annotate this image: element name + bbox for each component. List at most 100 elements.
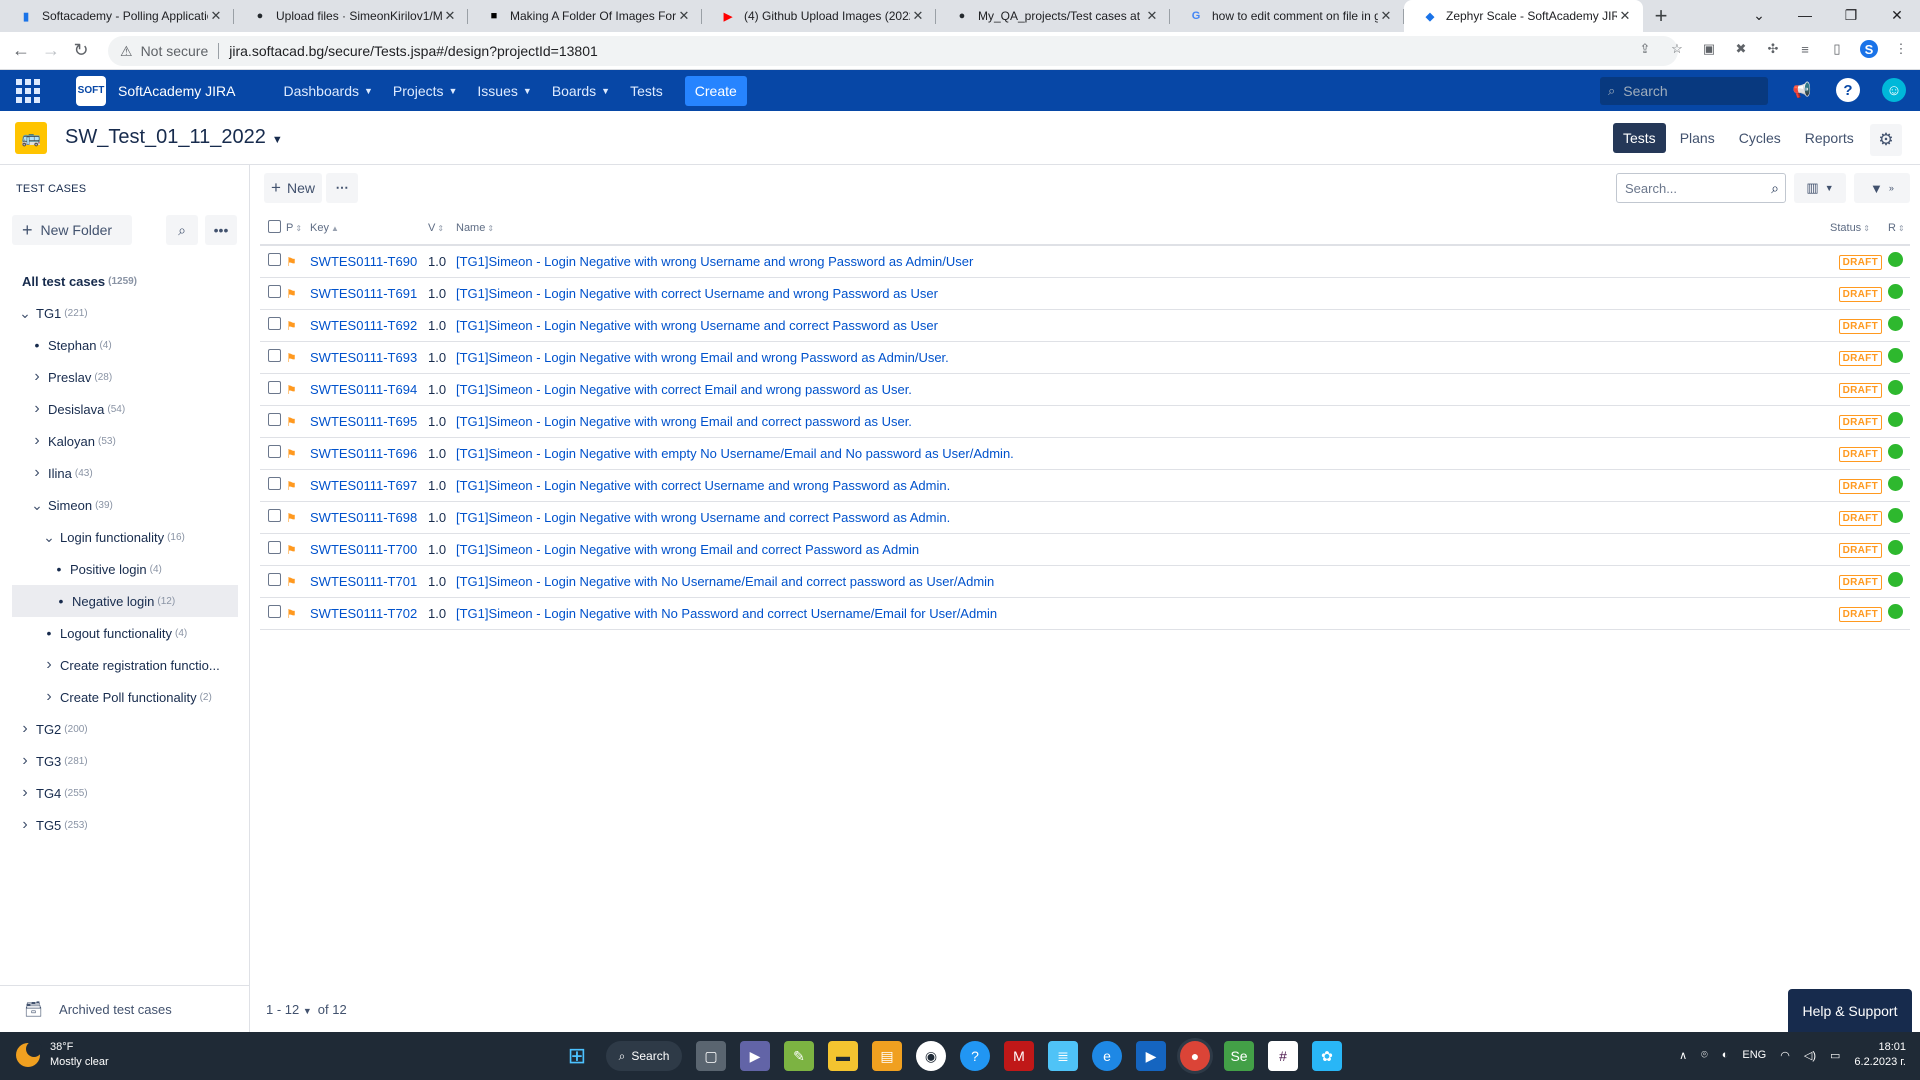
slack-icon[interactable]: #	[1268, 1041, 1298, 1071]
menu-dots-icon[interactable]: ⋮	[1892, 40, 1910, 58]
extension-icon[interactable]: ▣	[1700, 40, 1718, 58]
nav-tests[interactable]: Tests	[620, 83, 673, 99]
table-row[interactable]: ⚑ SWTES0111-T694 1.0 [TG1]Simeon - Login Ne…	[260, 373, 1910, 406]
nav-issues[interactable]: Issues ▼	[467, 83, 541, 99]
test-name-link[interactable]: [TG1]Simeon - Login Negative with empty …	[456, 446, 1014, 461]
test-key-link[interactable]: SWTES0111-T700	[310, 542, 417, 557]
folder-tree-item[interactable]: • Logout functionality (4)	[0, 617, 250, 649]
test-key-link[interactable]: SWTES0111-T696	[310, 446, 417, 461]
folder-tree-item[interactable]: › Kaloyan (53)	[0, 425, 250, 457]
folder-more-button[interactable]: •••	[205, 215, 237, 245]
row-checkbox[interactable]	[268, 381, 281, 394]
language-indicator[interactable]: ENG	[1742, 1049, 1766, 1061]
table-row[interactable]: ⚑ SWTES0111-T700 1.0 [TG1]Simeon - Login Ne…	[260, 533, 1910, 566]
softacademy-logo[interactable]: SOFT	[76, 75, 106, 106]
page-range-select[interactable]: 1 - 12 ▼	[266, 1002, 312, 1017]
row-checkbox[interactable]	[268, 317, 281, 330]
test-name-link[interactable]: [TG1]Simeon - Login Negative with wrong …	[456, 414, 912, 429]
minimize-icon[interactable]: —	[1782, 0, 1828, 30]
chevron-right-icon[interactable]: ›	[18, 816, 32, 834]
gear-icon[interactable]: ⚙	[1870, 124, 1902, 156]
columns-button[interactable]: ▥ ▼	[1794, 173, 1846, 203]
tab-reports[interactable]: Reports	[1795, 123, 1864, 153]
close-tab-icon[interactable]: ✕	[1378, 8, 1394, 24]
table-row[interactable]: ⚑ SWTES0111-T695 1.0 [TG1]Simeon - Login Ne…	[260, 405, 1910, 438]
user-avatar[interactable]: ☺	[1882, 78, 1906, 102]
close-tab-icon[interactable]: ✕	[910, 8, 926, 24]
table-row[interactable]: ⚑ SWTES0111-T702 1.0 [TG1]Simeon - Login Ne…	[260, 597, 1910, 630]
reading-list-icon[interactable]: ≡	[1796, 40, 1814, 58]
browser-tab[interactable]: ● Upload files · SimeonKirilov1/My ✕	[234, 0, 468, 32]
folder-tree-item[interactable]: › TG5 (253)	[0, 809, 250, 841]
test-key-link[interactable]: SWTES0111-T695	[310, 414, 417, 429]
test-key-link[interactable]: SWTES0111-T697	[310, 478, 417, 493]
close-tab-icon[interactable]: ✕	[208, 8, 224, 24]
column-key[interactable]: Key ▲	[310, 211, 428, 246]
profile-avatar[interactable]: S	[1860, 40, 1878, 58]
share-icon[interactable]: ⇪	[1636, 40, 1654, 58]
folder-tree-item[interactable]: › Create Poll functionality (2)	[0, 681, 250, 713]
table-row[interactable]: ⚑ SWTES0111-T696 1.0 [TG1]Simeon - Login Ne…	[260, 437, 1910, 470]
test-key-link[interactable]: SWTES0111-T693	[310, 350, 417, 365]
close-tab-icon[interactable]: ✕	[1617, 8, 1633, 24]
chevron-right-icon[interactable]: ›	[18, 752, 32, 770]
network-app-icon[interactable]: ⌾	[1701, 1049, 1708, 1062]
nav-boards[interactable]: Boards ▼	[542, 83, 620, 99]
table-row[interactable]: ⚑ SWTES0111-T697 1.0 [TG1]Simeon - Login Ne…	[260, 469, 1910, 502]
test-key-link[interactable]: SWTES0111-T694	[310, 382, 417, 397]
table-row[interactable]: ⚑ SWTES0111-T691 1.0 [TG1]Simeon - Login Ne…	[260, 277, 1910, 310]
taskbar-search[interactable]: ⌕ Search	[606, 1041, 682, 1071]
row-checkbox[interactable]	[268, 445, 281, 458]
chevron-up-icon[interactable]: ∧	[1679, 1049, 1687, 1062]
row-checkbox[interactable]	[268, 285, 281, 298]
folder-tree-item[interactable]: ⌄ Login functionality (16)	[0, 521, 250, 553]
test-name-link[interactable]: [TG1]Simeon - Login Negative with No Pas…	[456, 606, 997, 621]
chevron-right-icon[interactable]: ›	[30, 368, 44, 386]
mcafee-icon[interactable]: M	[1004, 1041, 1034, 1071]
notepad-app-icon[interactable]: ✎	[784, 1041, 814, 1071]
nav-dashboards[interactable]: Dashboards ▼	[274, 83, 383, 99]
forward-icon[interactable]: →	[36, 40, 66, 61]
chevron-right-icon[interactable]: ›	[18, 784, 32, 802]
selenium-icon[interactable]: Se	[1224, 1041, 1254, 1071]
windows-start-icon[interactable]: ⊞	[562, 1041, 592, 1071]
chevron-down-icon[interactable]: ⌄	[30, 497, 44, 514]
nav-projects[interactable]: Projects ▼	[383, 83, 468, 99]
row-checkbox[interactable]	[268, 477, 281, 490]
battery-icon[interactable]: ▭	[1830, 1049, 1840, 1062]
folder-tree-item[interactable]: › Desislava (54)	[0, 393, 250, 425]
browser-tab[interactable]: ◆ Zephyr Scale - SoftAcademy JIRA ✕	[1404, 0, 1643, 32]
bookmark-star-icon[interactable]: ☆	[1668, 40, 1686, 58]
jira-brand[interactable]: SoftAcademy JIRA	[118, 83, 236, 99]
tab-plans[interactable]: Plans	[1670, 123, 1725, 153]
test-name-link[interactable]: [TG1]Simeon - Login Negative with wrong …	[456, 510, 950, 525]
row-checkbox[interactable]	[268, 541, 281, 554]
table-row[interactable]: ⚑ SWTES0111-T690 1.0 [TG1]Simeon - Login Ne…	[260, 245, 1910, 278]
table-row[interactable]: ⚑ SWTES0111-T692 1.0 [TG1]Simeon - Login Ne…	[260, 309, 1910, 342]
more-actions-button[interactable]: ⋯	[326, 173, 358, 203]
test-key-link[interactable]: SWTES0111-T690	[310, 254, 417, 269]
chevron-right-icon[interactable]: ›	[18, 720, 32, 738]
test-name-link[interactable]: [TG1]Simeon - Login Negative with correc…	[456, 286, 938, 301]
row-checkbox[interactable]	[268, 349, 281, 362]
help-icon[interactable]: ?	[1836, 78, 1860, 102]
test-key-link[interactable]: SWTES0111-T692	[310, 318, 417, 333]
test-key-link[interactable]: SWTES0111-T691	[310, 286, 417, 301]
folder-tree-item[interactable]: › Create registration functio...	[0, 649, 250, 681]
folder-tree-item[interactable]: › TG4 (255)	[0, 777, 250, 809]
chevron-right-icon[interactable]: ›	[30, 432, 44, 450]
row-checkbox[interactable]	[268, 573, 281, 586]
clock[interactable]: 18:01 6.2.2023 г.	[1854, 1040, 1906, 1070]
close-window-icon[interactable]: ✕	[1874, 0, 1920, 30]
folder-tree-item[interactable]: › TG2 (200)	[0, 713, 250, 745]
table-row[interactable]: ⚑ SWTES0111-T698 1.0 [TG1]Simeon - Login Ne…	[260, 501, 1910, 534]
browser-tab[interactable]: ▮ Softacademy - Polling Applicatio ✕	[0, 0, 234, 32]
paint-icon[interactable]: ✿	[1312, 1041, 1342, 1071]
test-name-link[interactable]: [TG1]Simeon - Login Negative with wrong …	[456, 318, 938, 333]
folder-tree-item[interactable]: ⌄ TG1 (221)	[0, 297, 250, 329]
archived-test-cases-link[interactable]: 🗃 Archived test cases	[0, 985, 250, 1032]
filter-button[interactable]: ▼»	[1854, 173, 1910, 203]
test-search-input[interactable]: Search... ⌕	[1616, 173, 1786, 203]
tab-tests[interactable]: Tests	[1613, 123, 1666, 153]
chevron-down-icon[interactable]: ⌄	[42, 529, 56, 546]
